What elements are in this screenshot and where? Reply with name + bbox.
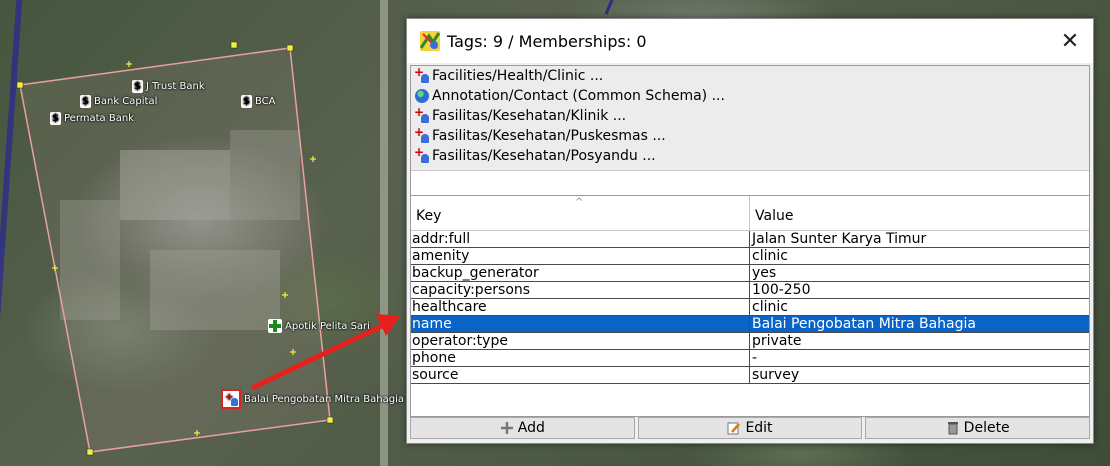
poi-permata-bank[interactable]: $ Permata Bank [50,112,134,125]
poi-label: J Trust Bank [146,81,205,92]
tag-value[interactable]: survey [750,367,1089,383]
preset-list: + Facilities/Health/Clinic ... Annotatio… [410,65,1090,195]
poi-bank-capital[interactable]: $ Bank Capital [80,95,157,108]
table-row[interactable]: phone - [411,350,1089,367]
tag-key[interactable]: capacity:persons [411,282,750,298]
globe-icon [415,89,429,103]
table-row[interactable]: addr:full Jalan Sunter Karya Timur [411,231,1089,248]
poi-label: Balai Pengobatan Mitra Bahagia [244,393,404,405]
poi-apotik-pelita-sari[interactable]: Apotik Pelita Sari [268,319,370,333]
preset-item[interactable]: + Fasilitas/Kesehatan/Klinik ... [411,105,1089,126]
table-row[interactable]: amenity clinic [411,248,1089,265]
tag-value[interactable]: 100-250 [750,282,1089,298]
tag-value[interactable]: private [750,333,1089,349]
edit-button-label: Edit [745,420,773,436]
table-header: ^ Key Value [411,196,1089,231]
table-row[interactable]: healthcare clinic [411,299,1089,316]
tag-key[interactable]: addr:full [411,231,750,247]
tag-key[interactable]: phone [411,350,750,366]
close-button[interactable]: ✕ [1047,19,1093,63]
preset-item[interactable]: + Facilities/Health/Clinic ... [411,65,1089,86]
preset-item[interactable]: + Fasilitas/Kesehatan/Puskesmas ... [411,125,1089,146]
dialog-title: Tags: 9 / Memberships: 0 [447,31,647,51]
edit-icon [727,421,741,435]
tag-key[interactable]: name [411,316,750,332]
trash-icon [946,421,960,435]
bank-icon: $ [50,112,61,125]
preset-label: Fasilitas/Kesehatan/Puskesmas ... [432,128,666,144]
tag-key[interactable]: healthcare [411,299,750,315]
tag-key[interactable]: source [411,367,750,383]
poi-bca[interactable]: $ BCA [241,95,276,108]
table-row[interactable]: source survey [411,367,1089,384]
map-road-line [604,0,614,15]
clinic-preset-icon: + [414,105,430,124]
table-row[interactable]: capacity:persons 100-250 [411,282,1089,299]
josm-app-icon [419,30,441,52]
bank-icon: $ [80,95,91,108]
column-header-value[interactable]: Value [750,196,1089,230]
preset-list-empty-area [411,170,1089,195]
pharmacy-icon [268,319,282,333]
dialog-titlebar[interactable]: Tags: 9 / Memberships: 0 ✕ [407,19,1093,63]
preset-item[interactable]: + Fasilitas/Kesehatan/Posyandu ... [411,145,1089,166]
tag-value[interactable]: yes [750,265,1089,281]
tag-value[interactable]: Balai Pengobatan Mitra Bahagia [750,316,1089,332]
table-row[interactable]: operator:type private [411,333,1089,350]
add-button[interactable]: Add [410,417,635,439]
tag-key[interactable]: backup_generator [411,265,750,281]
poi-label: Apotik Pelita Sari [285,320,370,332]
poi-label: Bank Capital [94,96,158,107]
delete-button-label: Delete [963,420,1010,436]
preset-item[interactable]: Annotation/Contact (Common Schema) ... [411,86,1089,106]
tag-key[interactable]: amenity [411,248,750,264]
tag-value[interactable]: clinic [750,248,1089,264]
bank-icon: $ [241,95,252,108]
preset-label: Fasilitas/Kesehatan/Posyandu ... [432,148,656,164]
sort-arrow-icon: ^ [575,197,584,208]
add-button-label: Add [517,420,545,436]
preset-label: Fasilitas/Kesehatan/Klinik ... [432,108,627,124]
clinic-icon: + [221,389,241,409]
tag-value[interactable]: Jalan Sunter Karya Timur [750,231,1089,247]
edit-button[interactable]: Edit [637,417,863,439]
preset-label: Annotation/Contact (Common Schema) ... [432,88,725,104]
poi-label: BCA [255,96,276,107]
tag-value[interactable]: clinic [750,299,1089,315]
poi-label: Permata Bank [64,113,134,124]
close-icon: ✕ [1060,28,1080,54]
delete-button[interactable]: Delete [865,417,1091,439]
table-row-selected[interactable]: name Balai Pengobatan Mitra Bahagia [411,316,1089,333]
poi-j-trust-bank[interactable]: $ J Trust Bank [132,80,205,93]
tag-key[interactable]: operator:type [411,333,750,349]
clinic-preset-icon: + [414,65,430,84]
tag-value[interactable]: - [750,350,1089,366]
poi-clinic[interactable]: + Balai Pengobatan Mitra Bahagia [221,389,404,409]
button-bar: Add Edit Delete [410,417,1091,439]
bank-icon: $ [132,80,143,93]
plus-icon [500,421,514,435]
tag-table: ^ Key Value addr:full Jalan Sunter Karya… [410,195,1090,417]
table-row[interactable]: backup_generator yes [411,265,1089,282]
clinic-preset-icon: + [414,145,430,164]
preset-label: Facilities/Health/Clinic ... [432,68,604,84]
tag-dialog: Tags: 9 / Memberships: 0 ✕ + Facilities/… [406,18,1094,444]
clinic-preset-icon: + [414,125,430,144]
